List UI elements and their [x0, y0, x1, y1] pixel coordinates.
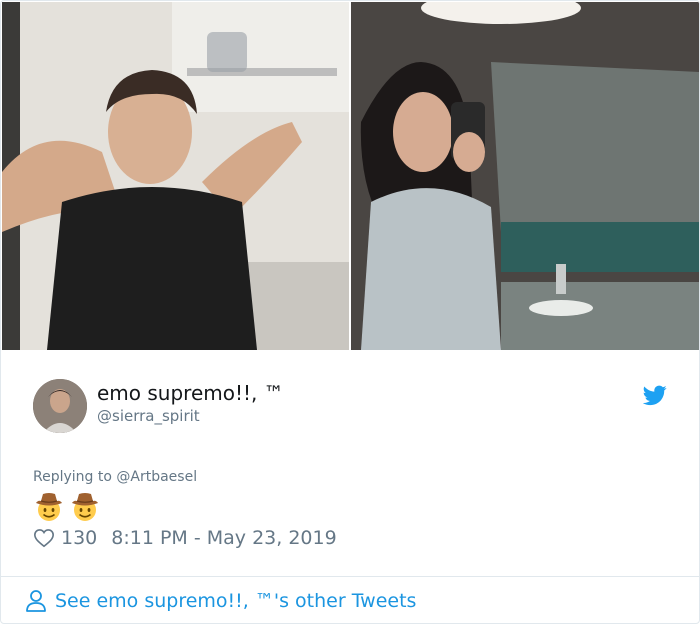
author-name[interactable]: emo supremo!!, ™: [97, 381, 284, 405]
see-other-tweets-label: See emo supremo!!, ™'s other Tweets: [55, 590, 417, 612]
like-count[interactable]: 130: [61, 527, 97, 549]
tweet-text: [33, 491, 101, 525]
cowboy-hat-face-icon: [36, 493, 62, 521]
twitter-bird-icon[interactable]: [643, 383, 667, 407]
photo-left-illustration: [2, 2, 349, 350]
heart-icon[interactable]: [33, 527, 55, 549]
tweet-meta: 130 8:11 PM - May 23, 2019: [33, 525, 337, 551]
author-avatar[interactable]: [33, 379, 87, 433]
avatar-illustration: [33, 379, 87, 433]
person-icon: [26, 590, 46, 612]
tweet-media: [2, 2, 699, 350]
tweet-photo-left[interactable]: [2, 2, 349, 350]
author-handle[interactable]: @sierra_spirit: [97, 407, 200, 425]
tweet-timestamp[interactable]: 8:11 PM - May 23, 2019: [111, 527, 336, 549]
reply-mention[interactable]: @Artbaesel: [116, 469, 197, 485]
reply-prefix: Replying to: [33, 469, 112, 485]
tweet-card: emo supremo!!, ™ @sierra_spirit Replying…: [0, 0, 700, 624]
cowboy-hat-face-icon: [72, 493, 98, 521]
tweet-header: emo supremo!!, ™ @sierra_spirit: [33, 379, 673, 439]
see-other-tweets-link[interactable]: See emo supremo!!, ™'s other Tweets: [25, 587, 416, 615]
photo-right-illustration: [351, 2, 699, 350]
reply-context: Replying to @Artbaesel: [33, 469, 197, 485]
footer-divider: [1, 576, 699, 577]
tweet-photo-right[interactable]: [351, 2, 699, 350]
